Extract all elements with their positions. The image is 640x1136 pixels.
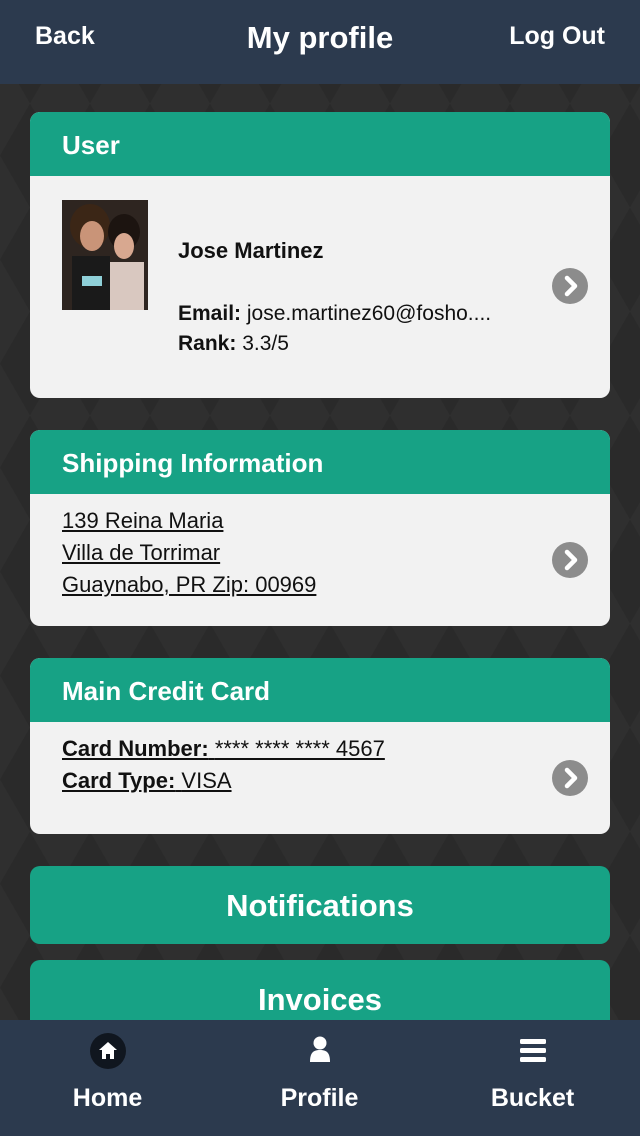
card-type-value: VISA [181, 768, 232, 793]
user-email-line: Email: jose.martinez60@fosho.... [178, 302, 491, 326]
shipping-card[interactable]: Shipping Information 139 Reina Maria Vil… [30, 430, 610, 626]
address-line-3[interactable]: Guaynabo, PR Zip: 00969 [62, 572, 316, 598]
avatar [62, 200, 148, 310]
card-type-label: Card Type: [62, 768, 176, 793]
address-line-1[interactable]: 139 Reina Maria [62, 508, 223, 534]
person-icon [301, 1032, 339, 1075]
user-card-body: Jose Martinez Email: jose.martinez60@fos… [30, 176, 610, 398]
logout-button[interactable]: Log Out [509, 22, 605, 51]
tab-bucket[interactable]: Bucket [426, 1020, 639, 1136]
home-icon [89, 1032, 127, 1075]
rank-label: Rank: [178, 332, 237, 355]
user-card[interactable]: User Jose Martinez Email: jose.martinez6… [30, 112, 610, 398]
bottom-tab-bar: Home Profile Bucket [0, 1020, 640, 1136]
card-type-line[interactable]: Card Type: VISA [62, 768, 232, 794]
top-nav-bar: Back My profile Log Out [0, 0, 640, 84]
card-number-value: **** **** **** 4567 [214, 736, 385, 761]
chevron-right-icon[interactable] [552, 268, 588, 304]
menu-lines-icon [514, 1032, 552, 1075]
shipping-card-body: 139 Reina Maria Villa de Torrimar Guayna… [30, 494, 610, 626]
card-number-line[interactable]: Card Number: **** **** **** 4567 [62, 736, 385, 762]
user-rank-line: Rank: 3.3/5 [178, 332, 289, 356]
chevron-right-icon[interactable] [552, 542, 588, 578]
user-card-heading: User [30, 112, 610, 176]
address-line-2[interactable]: Villa de Torrimar [62, 540, 220, 566]
notifications-button[interactable]: Notifications [30, 866, 610, 944]
email-label: Email: [178, 302, 242, 325]
user-name: Jose Martinez [178, 238, 324, 263]
email-value: jose.martinez60@fosho.... [246, 302, 492, 325]
shipping-card-heading: Shipping Information [30, 430, 610, 494]
tab-profile[interactable]: Profile [213, 1020, 426, 1136]
chevron-right-icon[interactable] [552, 760, 588, 796]
tab-home-label: Home [72, 1084, 143, 1112]
tab-bucket-label: Bucket [490, 1084, 575, 1112]
tab-home[interactable]: Home [1, 1020, 214, 1136]
credit-card-heading: Main Credit Card [30, 658, 610, 722]
card-number-label: Card Number: [62, 736, 209, 761]
tab-profile-label: Profile [280, 1084, 359, 1112]
credit-card-card[interactable]: Main Credit Card Card Number: **** **** … [30, 658, 610, 834]
rank-value: 3.3/5 [242, 332, 289, 355]
credit-card-body: Card Number: **** **** **** 4567 Card Ty… [30, 722, 610, 834]
